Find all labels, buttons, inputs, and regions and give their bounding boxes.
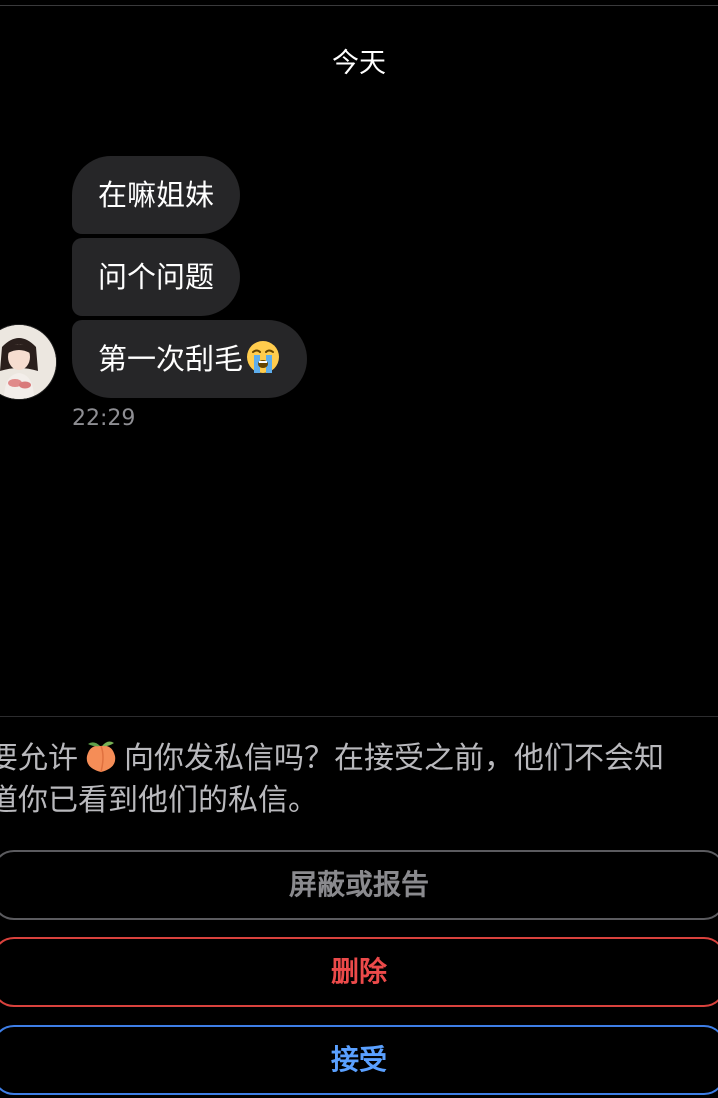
accept-button[interactable]: 接受 [0,1025,718,1095]
peach-icon [86,741,116,773]
request-line-1: 要允许 向你发私信吗？在接受之前，他们不会知 [0,738,712,780]
avatar-portrait-icon [0,325,56,399]
message-bubble[interactable]: 在嘛姐妹 [72,156,241,234]
date-divider: 今天 [332,48,386,79]
message-request-prompt: 要允许 向你发私信吗？在接受之前，他们不会知 道你已看到他们的私信。 [0,738,712,822]
request-prefix: 要允许 [0,741,78,776]
request-line-2: 道你已看到他们的私信。 [0,783,318,818]
delete-button[interactable]: 删除 [0,937,718,1007]
block-or-report-button[interactable]: 屏蔽或报告 [0,850,718,920]
message-text: 第一次刮毛 [98,342,244,376]
request-suffix: 向你发私信吗？在接受之前，他们不会知 [124,741,664,776]
message-text: 在嘛姐妹 [98,178,215,212]
message-text: 问个问题 [98,260,215,294]
message-bubble[interactable]: 第一次刮毛 [72,320,308,398]
message-timestamp: 22:29 [72,406,136,431]
sender-avatar[interactable] [0,325,56,399]
message-bubble[interactable]: 问个问题 [72,238,241,316]
top-divider [0,0,718,6]
loudly-crying-face-icon [247,341,280,373]
request-divider [0,716,718,717]
